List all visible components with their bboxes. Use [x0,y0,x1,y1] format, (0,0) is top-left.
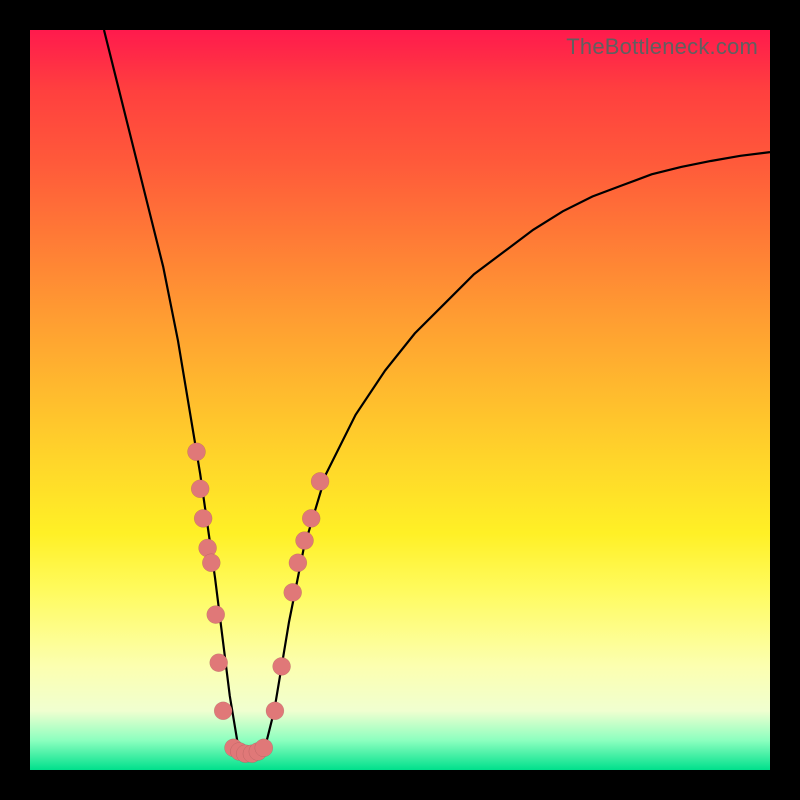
data-marker [273,657,291,675]
bottleneck-curve [104,30,770,755]
data-marker [207,606,225,624]
plot-area: TheBottleneck.com [30,30,770,770]
data-marker [191,480,209,498]
chart-frame: TheBottleneck.com [0,0,800,800]
data-marker [296,532,314,550]
data-marker [188,443,206,461]
data-marker [284,583,302,601]
data-marker [289,554,307,572]
data-marker [266,702,284,720]
data-marker [311,472,329,490]
data-marker [210,654,228,672]
data-marker [302,509,320,527]
data-marker [202,554,220,572]
data-marker [214,702,232,720]
marker-group [188,443,330,763]
data-marker [255,739,273,757]
data-marker [194,509,212,527]
chart-svg [30,30,770,770]
